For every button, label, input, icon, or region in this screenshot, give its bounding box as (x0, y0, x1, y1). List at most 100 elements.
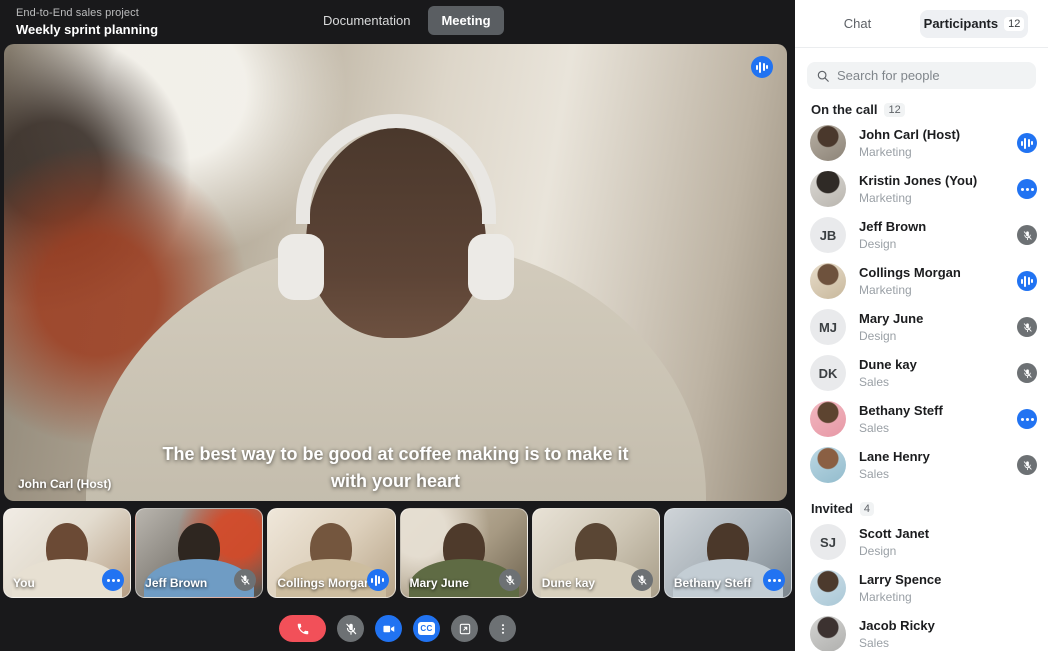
tab-participants-label: Participants (924, 16, 998, 31)
tile-name-label: You (13, 576, 35, 590)
mic-off-icon (631, 569, 653, 591)
participant-row[interactable]: DK Dune kay Sales (795, 350, 1048, 396)
participant-role: Sales (859, 467, 1004, 481)
avatar-initials: DK (810, 355, 846, 391)
participant-name: John Carl (Host) (859, 127, 1004, 142)
avatar (810, 570, 846, 606)
tab-documentation[interactable]: Documentation (323, 13, 410, 28)
participant-role: Marketing (859, 191, 1004, 205)
invited-title: Invited (811, 501, 853, 516)
panel-tabs: Chat Participants 12 (795, 0, 1048, 48)
participant-row[interactable]: JB Jeff Brown Design (795, 212, 1048, 258)
more-options-icon[interactable] (1017, 409, 1037, 429)
tab-meeting[interactable]: Meeting (428, 6, 503, 35)
invited-count-badge: 4 (860, 502, 874, 516)
page-title: Weekly sprint planning (16, 22, 158, 37)
meeting-app: End-to-End sales project Weekly sprint p… (0, 0, 1048, 651)
camera-button[interactable] (375, 615, 402, 642)
avatar-initials: JB (810, 217, 846, 253)
invited-row[interactable]: SJ Scott Janet Design (795, 519, 1048, 565)
avatar-initials: MJ (810, 309, 846, 345)
mic-off-icon (499, 569, 521, 591)
participant-row[interactable]: Lane Henry Sales (795, 442, 1048, 488)
search-input[interactable] (837, 68, 1017, 83)
invited-row[interactable]: Jacob Ricky Sales (795, 611, 1048, 651)
video-tile-you[interactable]: You (3, 508, 131, 598)
more-options-icon[interactable] (1017, 179, 1037, 199)
end-call-button[interactable] (279, 615, 326, 642)
main-speaker-video[interactable]: The best way to be good at coffee making… (4, 44, 787, 501)
participant-role: Sales (859, 375, 1004, 389)
participant-row[interactable]: Kristin Jones (You) Marketing (795, 166, 1048, 212)
header-tabs: Documentation Meeting (323, 5, 504, 35)
participant-name: Lane Henry (859, 449, 1004, 464)
live-caption: The best way to be good at coffee making… (156, 441, 636, 495)
participant-name: Larry Spence (859, 572, 1037, 587)
participant-name: Collings Morgan (859, 265, 1004, 280)
meeting-main-area: End-to-End sales project Weekly sprint p… (0, 0, 795, 651)
invited-section-heading: Invited 4 (811, 501, 1048, 516)
participant-name: Jeff Brown (859, 219, 1004, 234)
more-options-icon[interactable] (763, 569, 785, 591)
tile-name-label: Dune kay (542, 576, 595, 590)
participant-role: Design (859, 237, 1004, 251)
invited-row[interactable]: Larry Spence Marketing (795, 565, 1048, 611)
on-call-title: On the call (811, 102, 877, 117)
participant-row[interactable]: Bethany Steff Sales (795, 396, 1048, 442)
thumbnail-strip: You Jeff Brown Collings Morgan (3, 508, 792, 598)
video-tile-bethany-steff[interactable]: Bethany Steff (664, 508, 792, 598)
tile-name-label: Collings Morgan (277, 576, 371, 590)
participant-role: Design (859, 329, 1004, 343)
on-call-count-badge: 12 (884, 103, 904, 117)
participant-role: Marketing (859, 145, 1004, 159)
tab-participants[interactable]: Participants 12 (920, 10, 1028, 38)
more-options-icon[interactable] (102, 569, 124, 591)
search-box[interactable] (807, 62, 1036, 89)
participant-role: Marketing (859, 283, 1004, 297)
participant-row[interactable]: MJ Mary June Design (795, 304, 1048, 350)
participant-role: Sales (859, 636, 1037, 650)
mic-off-icon (1017, 225, 1037, 245)
video-tile-collings-morgan[interactable]: Collings Morgan (267, 508, 395, 598)
participant-name: Scott Janet (859, 526, 1037, 541)
participant-name: Bethany Steff (859, 403, 1004, 418)
participant-name: Jacob Ricky (859, 618, 1037, 633)
participant-name: Mary June (859, 311, 1004, 326)
captions-button[interactable]: CC (413, 615, 440, 642)
call-controls: CC (0, 615, 795, 642)
meeting-title-block: End-to-End sales project Weekly sprint p… (16, 7, 158, 37)
video-tile-jeff-brown[interactable]: Jeff Brown (135, 508, 263, 598)
cc-icon: CC (418, 622, 435, 635)
video-tile-dune-kay[interactable]: Dune kay (532, 508, 660, 598)
avatar (810, 125, 846, 161)
mic-off-icon (1017, 363, 1037, 383)
participant-role: Marketing (859, 590, 1037, 604)
search-icon (816, 69, 830, 83)
participant-role: Sales (859, 421, 1004, 435)
tile-name-label: Jeff Brown (145, 576, 207, 590)
headphone-earcup (468, 234, 514, 300)
on-call-section-heading: On the call 12 (811, 102, 1048, 117)
headphones (296, 114, 496, 224)
share-button[interactable] (451, 615, 478, 642)
participant-row[interactable]: Collings Morgan Marketing (795, 258, 1048, 304)
participant-role: Design (859, 544, 1037, 558)
participants-panel: Chat Participants 12 On the call 12 John… (795, 0, 1048, 651)
video-tile-mary-june[interactable]: Mary June (400, 508, 528, 598)
avatar (810, 447, 846, 483)
speaking-indicator-icon (1017, 271, 1037, 291)
avatar-initials: SJ (810, 524, 846, 560)
participant-name: Dune kay (859, 357, 1004, 372)
mic-off-button[interactable] (337, 615, 364, 642)
tab-chat[interactable]: Chat (795, 16, 920, 31)
speaking-indicator-icon (751, 56, 773, 78)
more-button[interactable] (489, 615, 516, 642)
mic-off-icon (1017, 455, 1037, 475)
participant-name: Kristin Jones (You) (859, 173, 1004, 188)
mic-off-icon (1017, 317, 1037, 337)
avatar (810, 616, 846, 651)
speaking-indicator-icon (1017, 133, 1037, 153)
avatar (810, 171, 846, 207)
participant-row[interactable]: John Carl (Host) Marketing (795, 120, 1048, 166)
tile-name-label: Mary June (410, 576, 469, 590)
